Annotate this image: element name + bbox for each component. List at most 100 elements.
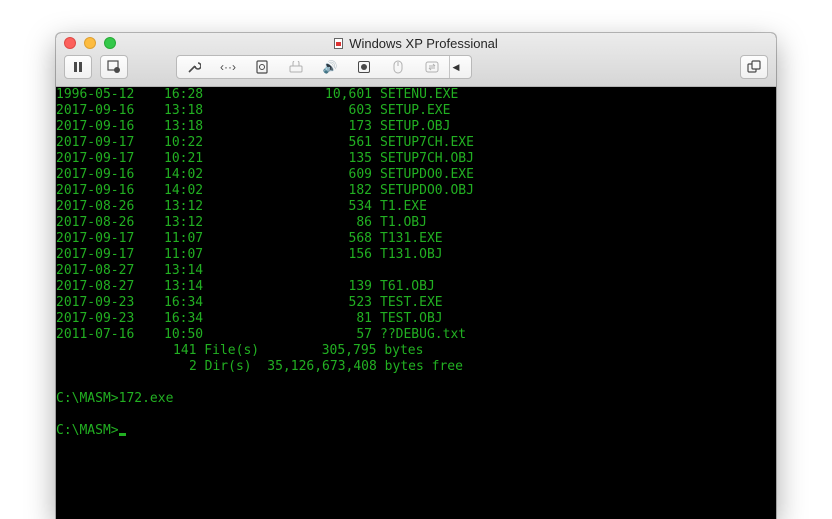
listing-time: 10:21: [164, 151, 204, 166]
hard-disk-button[interactable]: [245, 56, 279, 78]
listing-size-cell: 57: [292, 327, 372, 343]
listing-date: 2017-09-16: [56, 119, 135, 134]
listing-filename: SETUPDO0.EXE: [380, 167, 474, 182]
listing-date: 2017-08-27: [56, 263, 135, 278]
shared-folders-icon: [425, 61, 439, 73]
listing-time: 13:12: [164, 215, 204, 230]
pause-icon: [74, 62, 82, 72]
listing-time: 13:18: [164, 119, 204, 134]
listing-size: 534: [348, 199, 372, 214]
summary-dirs: 2 Dir(s) 35,126,673,408 bytes free: [189, 359, 463, 374]
listing-size-cell: 81: [292, 311, 372, 327]
listing-time: 16:34: [164, 295, 204, 310]
listing-time: 16:34: [164, 311, 204, 326]
unity-view-button[interactable]: [740, 55, 768, 79]
listing-date: 2017-09-17: [56, 151, 135, 166]
listing-time: 16:28: [164, 87, 204, 102]
listing-size: 523: [348, 295, 372, 310]
text-cursor: [118, 433, 126, 436]
printer-button[interactable]: [279, 56, 313, 78]
device-toolbar: ‹··› 🔊 ◀: [176, 55, 472, 79]
listing-size: 86: [356, 215, 372, 230]
settings-button[interactable]: [177, 56, 211, 78]
listing-time: 11:07: [164, 247, 204, 262]
listing-date: 2017-08-26: [56, 199, 135, 214]
vm-window: Windows XP Professional ‹··› 🔊 ◀ 1996-05…: [56, 33, 776, 519]
listing-size: 81: [356, 311, 372, 326]
audio-button[interactable]: 🔊: [313, 56, 347, 78]
listing-size: 182: [348, 183, 372, 198]
listing-date: 1996-05-12: [56, 87, 135, 102]
listing-size: 156: [348, 247, 372, 262]
listing-size-cell: 156: [292, 247, 372, 263]
window-title-text: Windows XP Professional: [349, 36, 498, 51]
network-button[interactable]: ‹··›: [211, 56, 245, 78]
command-line: C:\MASM>172.exe: [56, 391, 174, 406]
listing-time: 13:12: [164, 199, 204, 214]
window-title: Windows XP Professional: [56, 35, 776, 52]
listing-filename: T61.OBJ: [380, 279, 435, 294]
audio-icon: 🔊: [322, 60, 338, 74]
shared-folders-button[interactable]: [415, 56, 449, 78]
listing-date: 2017-08-27: [56, 279, 135, 294]
listing-size-cell: 173: [292, 119, 372, 135]
listing-time: 13:14: [164, 263, 204, 278]
listing-filename: SETUPDO0.OBJ: [380, 183, 474, 198]
listing-filename: SETENU.EXE: [380, 87, 459, 102]
listing-size-cell: 534: [292, 199, 372, 215]
listing-date: 2011-07-16: [56, 327, 135, 342]
listing-date: 2017-09-16: [56, 103, 135, 118]
prompt-line[interactable]: C:\MASM>: [56, 423, 126, 439]
listing-filename: T1.OBJ: [380, 215, 427, 230]
listing-size-cell: 523: [292, 295, 372, 311]
listing-filename: ??DEBUG.txt: [380, 327, 467, 342]
listing-size: 561: [348, 135, 372, 150]
snapshot-button[interactable]: [100, 55, 128, 79]
vm-document-icon: [334, 38, 344, 49]
listing-time: 14:02: [164, 183, 204, 198]
listing-time: 10:50: [164, 327, 204, 342]
listing-size: 57: [356, 327, 372, 342]
pause-button[interactable]: [64, 55, 92, 79]
listing-size-cell: 182: [292, 183, 372, 199]
listing-filename: TEST.OBJ: [380, 311, 443, 326]
listing-time: 11:07: [164, 231, 204, 246]
listing-date: 2017-09-16: [56, 167, 135, 182]
cd-rom-icon: [358, 61, 370, 73]
snapshot-icon: [107, 60, 120, 73]
listing-size: 609: [348, 167, 372, 182]
dos-console[interactable]: 1996-05-12 16:28 10,601 SETENU.EXE 2017-09-1…: [56, 87, 776, 519]
cd-rom-button[interactable]: [347, 56, 381, 78]
usb-icon: [393, 60, 403, 74]
listing-filename: T131.EXE: [380, 231, 443, 246]
listing-filename: SETUP.EXE: [380, 103, 451, 118]
listing-size-cell: [292, 263, 372, 279]
network-icon: ‹··›: [220, 60, 236, 74]
listing-size: 139: [348, 279, 372, 294]
listing-size-cell: 603: [292, 103, 372, 119]
printer-icon: [289, 61, 303, 73]
usb-button[interactable]: [381, 56, 415, 78]
listing-size-cell: 10,601: [292, 87, 372, 103]
listing-filename: T131.OBJ: [380, 247, 443, 262]
listing-time: 10:22: [164, 135, 204, 150]
hard-disk-icon: [256, 60, 268, 74]
listing-filename: SETUP7CH.OBJ: [380, 151, 474, 166]
toolbar-collapse-button[interactable]: ◀: [449, 56, 462, 78]
listing-size-cell: 86: [292, 215, 372, 231]
listing-size-cell: 135: [292, 151, 372, 167]
prompt-text: C:\MASM>: [56, 423, 119, 438]
listing-size: 173: [348, 119, 372, 134]
title-bar[interactable]: Windows XP Professional ‹··› 🔊 ◀: [56, 33, 776, 87]
listing-size-cell: 561: [292, 135, 372, 151]
unity-icon: [747, 60, 761, 73]
listing-size-cell: 568: [292, 231, 372, 247]
listing-time: 13:14: [164, 279, 204, 294]
listing-size: 10,601: [325, 87, 372, 102]
listing-filename: SETUP.OBJ: [380, 119, 451, 134]
listing-time: 14:02: [164, 167, 204, 182]
listing-size: 135: [348, 151, 372, 166]
wrench-icon: [188, 62, 201, 73]
listing-size: 568: [348, 231, 372, 246]
listing-filename: T1.EXE: [380, 199, 427, 214]
